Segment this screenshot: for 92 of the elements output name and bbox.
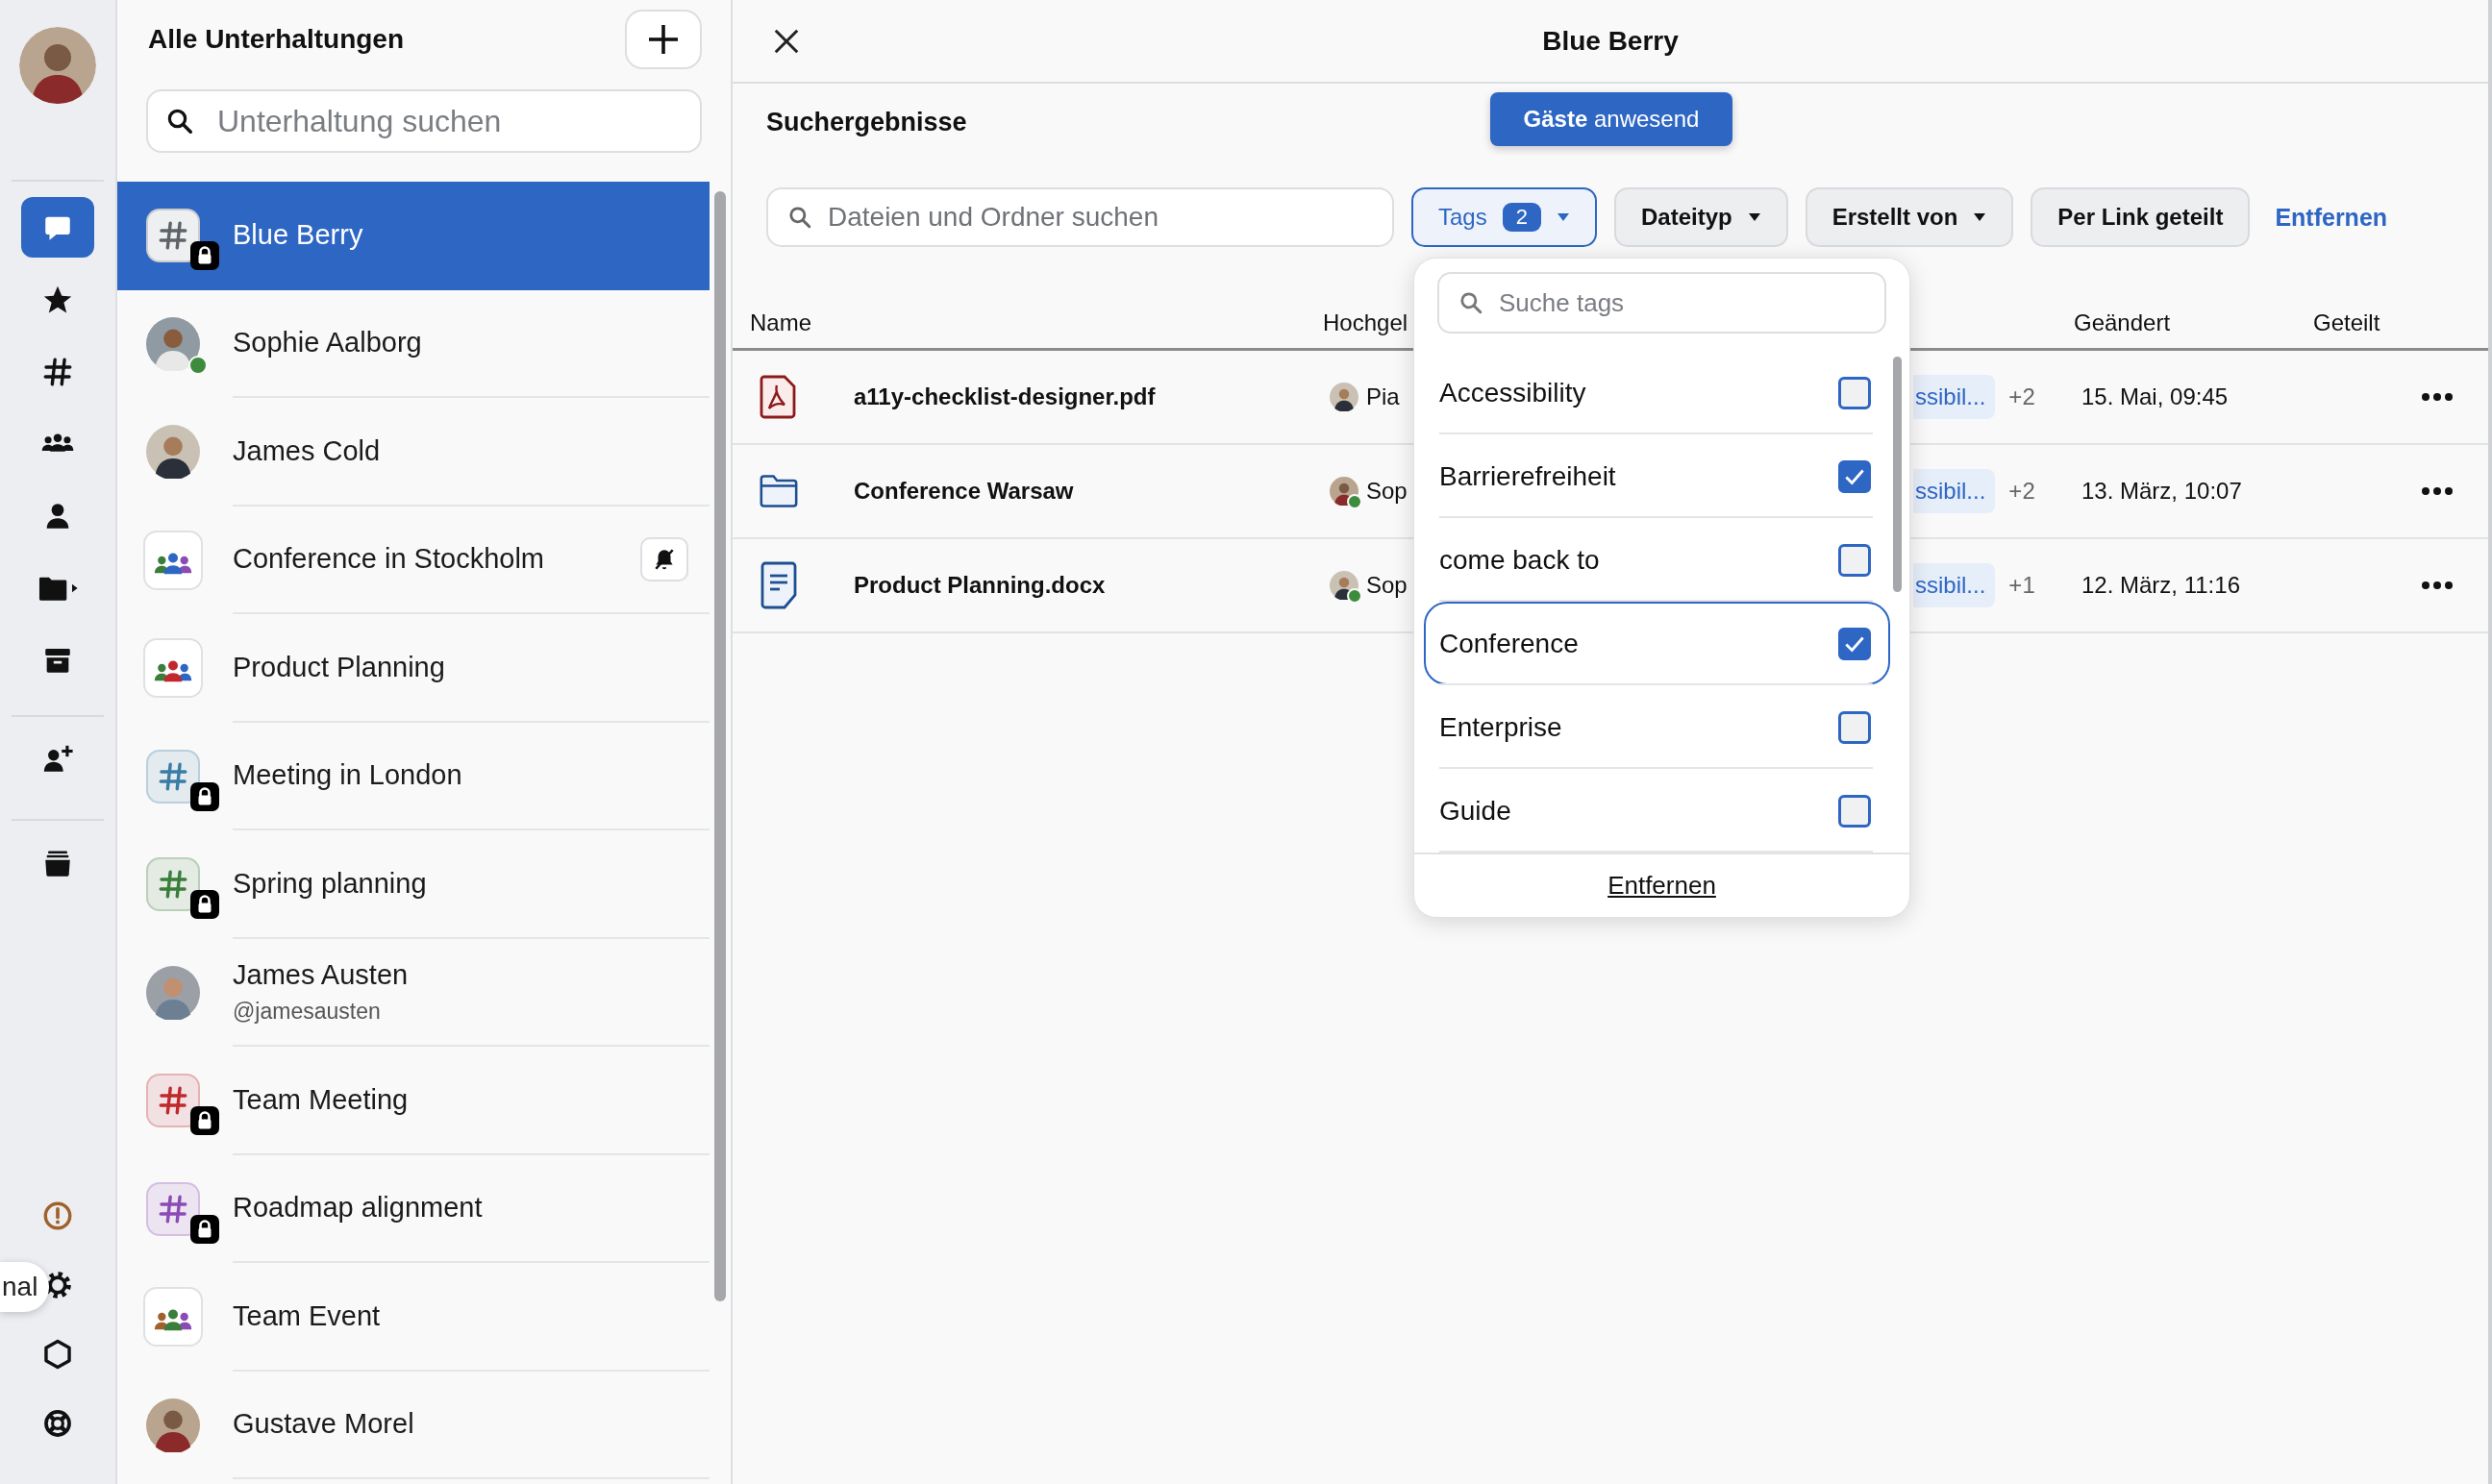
conversation-item[interactable]: Meeting in London — [117, 722, 710, 830]
avatar — [146, 425, 200, 480]
hexagon-icon — [41, 1337, 74, 1371]
more-tags-count: +2 — [2008, 383, 2035, 410]
search-icon — [165, 107, 194, 136]
checkbox[interactable] — [1838, 794, 1871, 828]
caret-icon — [1747, 212, 1761, 222]
conversation-name: Meeting in London — [233, 759, 463, 792]
tag-option[interactable]: Enterprise — [1424, 685, 1890, 769]
caret-icon — [1556, 212, 1570, 222]
folder-icon — [758, 472, 800, 510]
more-icon — [2421, 392, 2454, 402]
checkbox[interactable] — [1838, 627, 1871, 660]
filter-button[interactable]: Per Link geteilt — [2031, 187, 2251, 247]
filter-button[interactable]: Tags 2 — [1411, 187, 1597, 247]
conversation-item[interactable]: Sophie Aalborg — [117, 289, 710, 398]
uploader-name: Pia — [1366, 383, 1400, 410]
conversation-item[interactable]: Blue Berry — [117, 182, 710, 290]
avatar — [146, 316, 200, 371]
table-cell-text: 15. Mai, 09:45 — [2081, 383, 2230, 410]
conversation-name: Spring planning — [233, 867, 428, 900]
search-field[interactable]: Dateien und Ordner suchen — [766, 187, 1394, 247]
window-title: Blue Berry — [1542, 25, 1679, 57]
checkbox[interactable] — [1838, 376, 1871, 409]
conversation-name: James Austen — [233, 958, 410, 991]
tag-option[interactable]: Guide — [1424, 769, 1890, 853]
plus-icon — [646, 22, 681, 57]
tooltip: nal — [0, 1262, 50, 1312]
avatar — [1330, 383, 1358, 411]
file-name[interactable]: a11y-checklist-designer.pdf — [854, 383, 1156, 410]
conversation-name: Sophie Aalborg — [233, 327, 423, 359]
section-title: Suchergebnisse — [766, 107, 967, 137]
checkbox[interactable] — [1838, 543, 1871, 577]
caret-icon — [1973, 212, 1987, 222]
column-header: Geändert — [2073, 309, 2172, 336]
muted-button[interactable] — [640, 536, 689, 581]
column-header: Name — [749, 309, 813, 336]
conversation-item[interactable]: Spring planning — [117, 830, 710, 939]
conversation-name: Roadmap alignment — [233, 1192, 484, 1224]
conversation-name: Conference in Stockholm — [233, 543, 545, 576]
avatar — [146, 965, 200, 1020]
tag-option[interactable]: Barrierefreiheit — [1424, 434, 1890, 518]
scrollbar[interactable] — [714, 191, 727, 1301]
search-icon — [787, 205, 812, 230]
more-tags-count: +2 — [2008, 478, 2035, 505]
uploader-name: Sop — [1366, 478, 1408, 505]
column-header: Geteilt — [2312, 309, 2381, 336]
clear-filters-link[interactable]: Entfernen — [2275, 203, 2388, 232]
conversation-item[interactable]: Product Planning — [117, 614, 710, 723]
conversation-item[interactable]: James Cold — [117, 398, 710, 507]
tag-chip: ssibil... — [1913, 469, 1996, 513]
conversation-item[interactable]: Gustave Morel — [117, 1371, 710, 1479]
uploader-name: Sop — [1366, 572, 1408, 599]
checkbox[interactable] — [1838, 710, 1871, 744]
conversation-name: Team Event — [233, 1299, 382, 1332]
avatar — [146, 1397, 200, 1452]
guests-notice: Gäste anwesend — [1490, 92, 1732, 146]
conversation-name: Blue Berry — [233, 218, 364, 251]
tag-chip: ssibil... — [1913, 563, 1996, 607]
conversation-item[interactable]: Conference in Stockholm — [117, 506, 710, 614]
tag-search-field[interactable]: Suche tags — [1437, 272, 1886, 334]
table-cell-text: 12. März, 11:16 — [2081, 572, 2241, 599]
tag-option[interactable]: come back to — [1424, 518, 1890, 602]
table-cell-text: 13. März, 10:07 — [2081, 478, 2243, 505]
tag-option[interactable]: Accessibility — [1424, 351, 1890, 434]
conversation-name: James Cold — [233, 434, 382, 467]
conversation-item[interactable]: Roadmap alignment — [117, 1154, 710, 1263]
user-handle: @jamesausten — [233, 998, 382, 1025]
filter-button[interactable]: Erstellt von — [1805, 187, 2014, 247]
conversation-name: Gustave Morel — [233, 1408, 415, 1441]
clear-tags-link[interactable]: Entfernen — [1607, 871, 1716, 901]
more-icon — [2421, 581, 2454, 590]
search-icon — [1458, 290, 1483, 315]
file-name[interactable]: Conference Warsaw — [854, 478, 1074, 505]
more-tags-count: +1 — [2008, 572, 2035, 599]
tag-option[interactable]: Conference — [1424, 602, 1890, 685]
panel-title: Alle Unterhaltungen — [148, 24, 404, 55]
scrollbar[interactable] — [1893, 357, 1902, 592]
conversation-name: Team Meeting — [233, 1083, 410, 1116]
conversation-name: Product Planning — [233, 651, 446, 683]
tag-chip: ssibil... — [1913, 375, 1996, 419]
count-badge: 2 — [1502, 203, 1541, 232]
conversation-item[interactable]: Team Meeting — [117, 1047, 710, 1155]
new-conversation-button[interactable] — [625, 10, 702, 69]
more-icon — [2421, 486, 2454, 496]
column-header: Hochgel — [1323, 309, 1409, 336]
conversation-item[interactable]: James Austen @jamesausten — [117, 938, 710, 1047]
file-name[interactable]: Product Planning.docx — [854, 572, 1106, 599]
checkbox[interactable] — [1838, 459, 1871, 493]
search-field[interactable]: Unterhaltung suchen — [146, 89, 702, 153]
filter-button[interactable]: Dateityp — [1613, 187, 1788, 247]
conversation-item[interactable]: Team Event — [117, 1263, 710, 1372]
